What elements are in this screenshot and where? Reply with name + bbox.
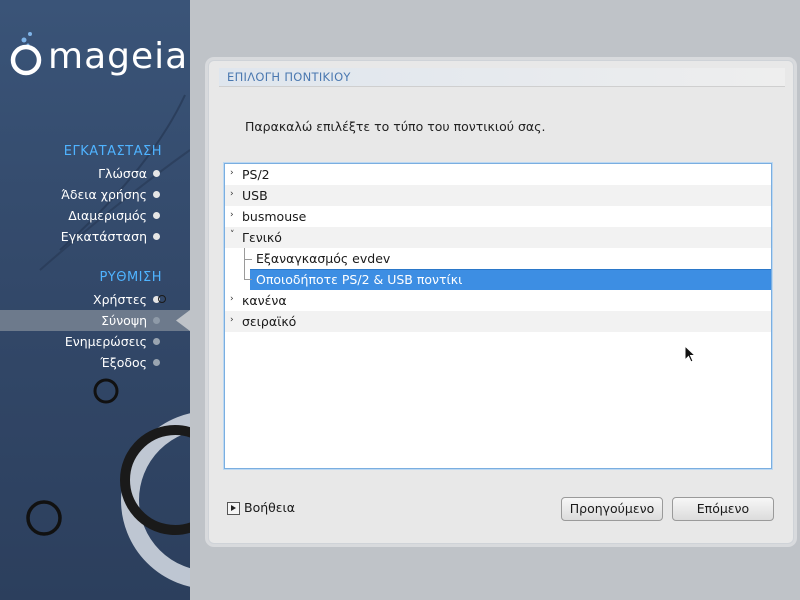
step-partitioning: Διαμερισμός <box>0 205 190 226</box>
step-done-dot-icon <box>153 212 160 219</box>
previous-button[interactable]: Προηγούμενο <box>561 497 663 521</box>
tree-row-label: κανένα <box>242 293 287 308</box>
step-pending-dot-icon <box>153 338 160 345</box>
step-language: Γλώσσα <box>0 163 190 184</box>
expander-collapsed-icon[interactable]: › <box>230 294 234 304</box>
step-label: Γλώσσα <box>98 166 147 181</box>
tree-row-any-ps2-usb-selected[interactable]: Οποιοδήποτε PS/2 & USB ποντίκι <box>225 269 771 290</box>
step-license: Άδεια χρήσης <box>0 184 190 205</box>
tree-row-label: Γενικό <box>242 230 282 245</box>
tree-row-usb[interactable]: › USB <box>225 185 771 206</box>
tree-row-busmouse[interactable]: › busmouse <box>225 206 771 227</box>
step-label: Εγκατάσταση <box>60 229 147 244</box>
step-users: Χρήστες <box>0 289 190 310</box>
step-done-dot-icon <box>153 233 160 240</box>
tree-row-label: busmouse <box>242 209 307 224</box>
mouse-pointer-icon <box>684 345 697 363</box>
ring-icon <box>158 295 166 303</box>
tree-row-ps2[interactable]: › PS/2 <box>225 164 771 185</box>
step-updates: Ενημερώσεις <box>0 331 190 352</box>
expand-triangle-icon[interactable] <box>227 502 240 515</box>
tree-row-serial[interactable]: › σειραϊκό <box>225 311 771 332</box>
step-done-dot-icon <box>153 170 160 177</box>
tree-guide-line <box>244 259 252 260</box>
step-label: Άδεια χρήσης <box>61 187 147 202</box>
dialog-prompt: Παρακαλώ επιλέξτε το τύπο του ποντικιού … <box>245 119 546 134</box>
section-title-configuration: ΡΥΘΜΙΣΗ <box>99 270 162 285</box>
step-summary-active: Σύνοψη <box>0 310 190 331</box>
tree-row-label: USB <box>242 188 268 203</box>
tree-row-generic[interactable]: ˅ Γενικό <box>225 227 771 248</box>
tree-guide-line <box>244 279 252 280</box>
help-label[interactable]: Βοήθεια <box>244 500 295 515</box>
section-title-installation: ΕΓΚΑΤΑΣΤΑΣΗ <box>63 144 162 159</box>
expander-collapsed-icon[interactable]: › <box>230 189 234 199</box>
tree-guide-line <box>244 248 245 280</box>
step-done-dot-icon <box>153 191 160 198</box>
tree-row-label: Οποιοδήποτε PS/2 & USB ποντίκι <box>256 272 463 287</box>
logo-wordmark: mageia <box>48 36 189 77</box>
mouse-selection-dialog: ΕΠΙΛΟΓΗ ΠΟΝΤΙΚΙΟΥ Παρακαλώ επιλέξτε το τ… <box>208 60 794 544</box>
step-label: Διαμερισμός <box>68 208 147 223</box>
expander-collapsed-icon[interactable]: › <box>230 315 234 325</box>
tree-row-force-evdev[interactable]: Εξαναγκασμός evdev <box>225 248 771 269</box>
step-label: Σύνοψη <box>101 313 147 328</box>
expander-collapsed-icon[interactable]: › <box>230 210 234 220</box>
mageia-logo: mageia <box>8 28 188 80</box>
next-button[interactable]: Επόμενο <box>672 497 774 521</box>
tree-row-label: PS/2 <box>242 167 270 182</box>
step-label: Χρήστες <box>93 292 147 307</box>
active-step-pointer-icon <box>176 310 190 331</box>
step-installation: Εγκατάσταση <box>0 226 190 247</box>
tree-row-none[interactable]: › κανένα <box>225 290 771 311</box>
expander-collapsed-icon[interactable]: › <box>230 168 234 178</box>
tree-row-label: Εξαναγκασμός evdev <box>256 251 391 266</box>
step-label: Έξοδος <box>100 355 147 370</box>
step-current-dot-icon <box>153 317 160 324</box>
dialog-title: ΕΠΙΛΟΓΗ ΠΟΝΤΙΚΙΟΥ <box>219 68 785 87</box>
step-exit: Έξοδος <box>0 352 190 373</box>
expander-expanded-icon[interactable]: ˅ <box>230 230 235 240</box>
sidebar: mageia ΕΓΚΑΤΑΣΤΑΣΗ Γλώσσα Άδεια χρήσης Δ… <box>0 0 190 600</box>
step-label: Ενημερώσεις <box>64 334 147 349</box>
tree-row-label: σειραϊκό <box>242 314 297 329</box>
mouse-type-tree[interactable]: › PS/2 › USB › busmouse ˅ Γενικό Εξαναγκ… <box>224 163 772 469</box>
step-pending-dot-icon <box>153 359 160 366</box>
